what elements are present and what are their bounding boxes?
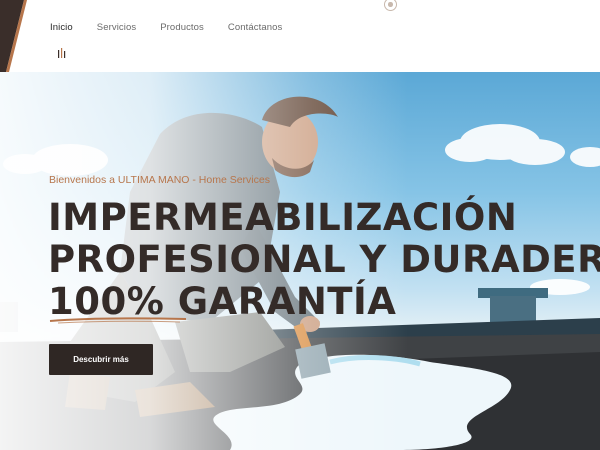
brand-logo-slash [0, 0, 27, 72]
nav-item-contactanos[interactable]: Contáctanos [228, 22, 282, 33]
nav-item-inicio[interactable]: Inicio [50, 22, 73, 33]
hero-welcome-text: Bienvenidos a ULTIMA MANO - Home Service… [49, 174, 270, 186]
hero-section: Bienvenidos a ULTIMA MANO - Home Service… [0, 72, 600, 450]
menu-bars-icon[interactable] [57, 48, 67, 58]
nav-item-servicios[interactable]: Servicios [97, 22, 136, 33]
discover-more-button[interactable]: Descubrir más [49, 344, 153, 375]
scroll-indicator-icon [384, 0, 397, 11]
headline-underline-decoration [49, 317, 187, 324]
headline-line-2: PROFESIONAL Y DURADERA [48, 238, 600, 281]
hero-headline: IMPERMEABILIZACIÓN PROFESIONAL Y DURADER… [48, 197, 600, 323]
main-nav: Inicio Servicios Productos Contáctanos [50, 22, 306, 33]
site-header: Inicio Servicios Productos Contáctanos [0, 0, 600, 72]
headline-line-1: IMPERMEABILIZACIÓN [48, 196, 518, 239]
nav-item-productos[interactable]: Productos [160, 22, 204, 33]
